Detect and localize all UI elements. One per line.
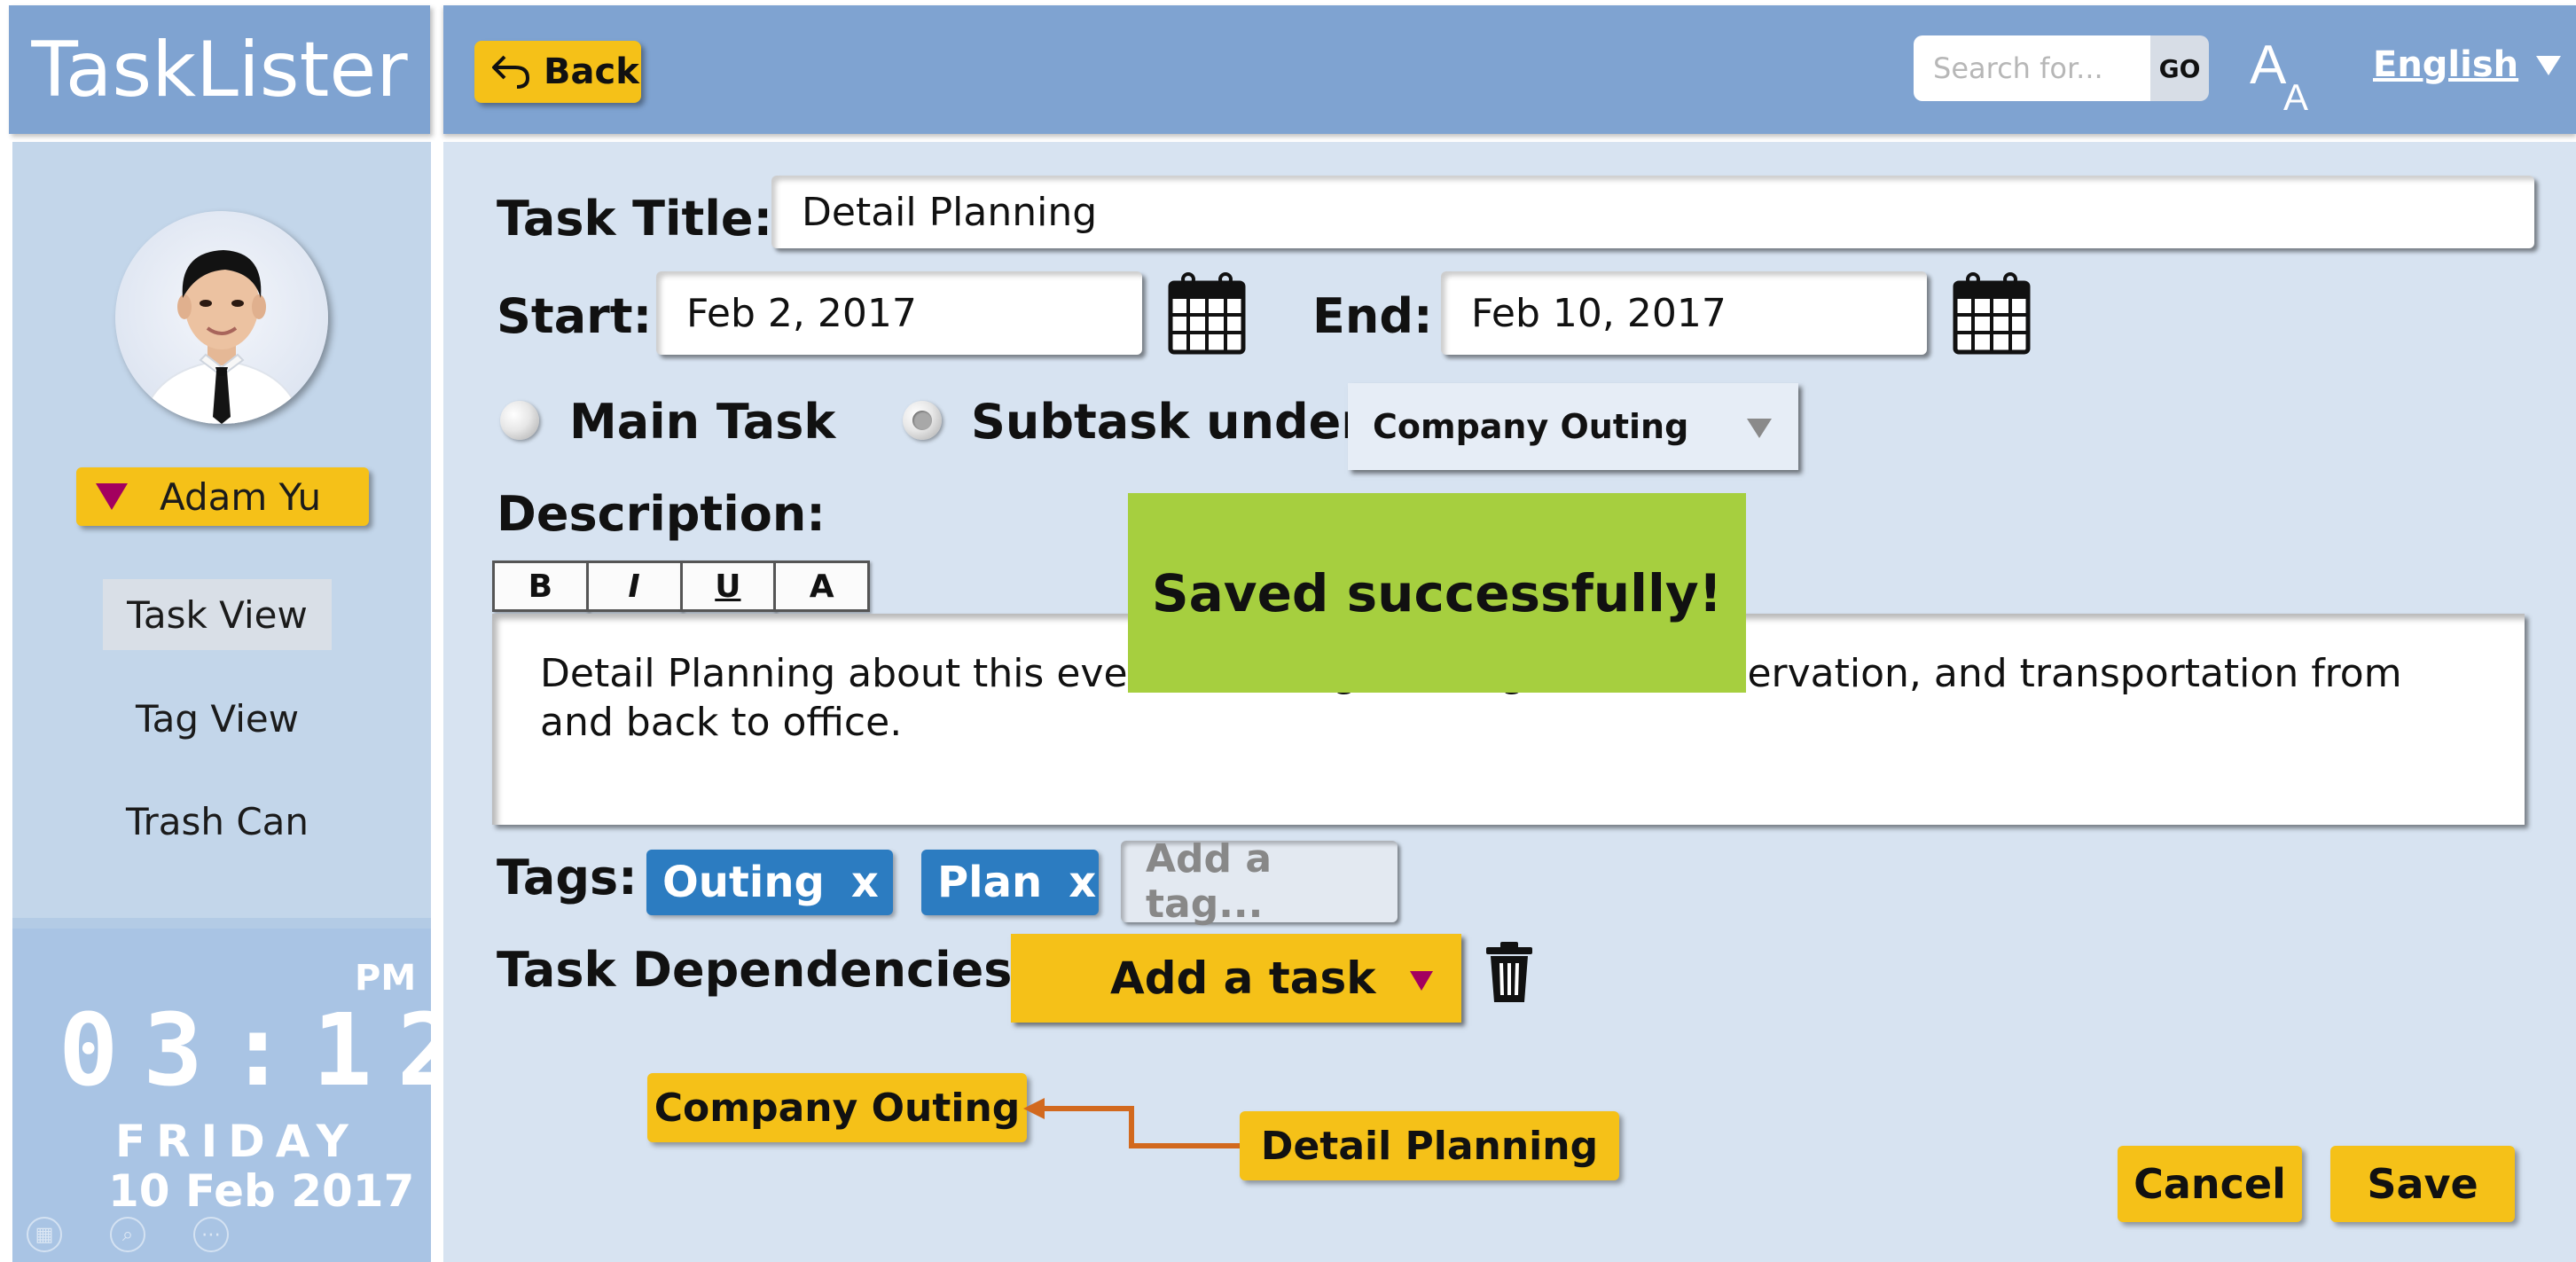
app-title: TaskLister xyxy=(31,25,408,114)
task-title-input[interactable]: Detail Planning xyxy=(771,176,2534,248)
clock-time: 03:12 xyxy=(59,993,482,1109)
search-go-button[interactable]: GO xyxy=(2150,35,2209,101)
nav-item-task-view[interactable]: Task View xyxy=(103,579,332,650)
nav-item-label: Tag View xyxy=(135,696,300,741)
svg-text:A: A xyxy=(2283,76,2308,115)
more-small-icon[interactable]: ⋯ xyxy=(193,1217,229,1252)
start-label: Start: xyxy=(497,288,653,344)
format-toolbar: B I U A xyxy=(492,560,870,612)
tag-chip[interactable]: Plan x xyxy=(921,850,1099,915)
subtask-radio[interactable] xyxy=(903,401,942,440)
start-date-input[interactable]: Feb 2, 2017 xyxy=(656,271,1142,355)
caret-down-icon xyxy=(1410,971,1433,991)
description-label: Description: xyxy=(497,486,826,542)
add-task-label: Add a task xyxy=(1110,952,1376,1004)
clock-day: FRIDAY xyxy=(115,1116,359,1167)
main-task-radio[interactable] xyxy=(500,401,539,440)
nav-item-label: Trash Can xyxy=(125,799,309,843)
end-date-value: Feb 10, 2017 xyxy=(1471,290,1726,336)
end-calendar-icon[interactable] xyxy=(1952,270,2032,359)
trash-icon[interactable] xyxy=(1484,940,1534,1007)
dependency-node-label: Detail Planning xyxy=(1260,1123,1599,1169)
task-title-label: Task Title: xyxy=(497,191,773,247)
svg-text:A: A xyxy=(2250,35,2287,96)
toast-message: Saved successfully! xyxy=(1151,562,1723,623)
app-logo: TaskLister xyxy=(9,5,430,134)
dependency-node-child[interactable]: Detail Planning xyxy=(1240,1111,1619,1180)
remove-tag-icon[interactable]: x xyxy=(1069,858,1096,907)
add-dependency-dropdown[interactable]: Add a task xyxy=(1011,934,1461,1023)
font-color-button[interactable]: A xyxy=(773,560,870,612)
caret-down-icon xyxy=(96,483,128,510)
parent-task-value: Company Outing xyxy=(1373,407,1689,446)
search-input[interactable] xyxy=(1914,35,2155,101)
user-portrait-icon xyxy=(140,250,303,424)
user-menu-button[interactable]: Adam Yu xyxy=(76,467,369,526)
language-label: English xyxy=(2373,44,2519,85)
caret-down-icon xyxy=(1747,419,1772,438)
remove-tag-icon[interactable]: x xyxy=(851,858,879,907)
clock-date: 10 Feb 2017 xyxy=(108,1165,415,1217)
subtask-label: Subtask under xyxy=(971,394,1365,450)
dependencies-label: Task Dependencies: xyxy=(497,942,1031,998)
dependency-node-parent[interactable]: Company Outing xyxy=(647,1073,1027,1142)
dependency-node-label: Company Outing xyxy=(654,1085,1021,1131)
task-title-value: Detail Planning xyxy=(802,189,1098,235)
end-label: End: xyxy=(1312,288,1433,344)
italic-button[interactable]: I xyxy=(585,560,683,612)
chevron-down-icon xyxy=(2536,56,2562,75)
tag-label: Plan xyxy=(937,858,1043,907)
save-success-toast: Saved successfully! xyxy=(1128,493,1746,693)
cancel-button[interactable]: Cancel xyxy=(2118,1146,2302,1222)
search-small-icon[interactable]: ⌕ xyxy=(110,1217,145,1252)
end-date-input[interactable]: Feb 10, 2017 xyxy=(1441,271,1927,355)
nav-item-tag-view[interactable]: Tag View xyxy=(103,683,332,754)
back-label: Back xyxy=(544,51,639,92)
nav-item-label: Task View xyxy=(127,592,308,637)
bold-button[interactable]: B xyxy=(492,560,589,612)
underline-button[interactable]: U xyxy=(679,560,777,612)
user-name: Adam Yu xyxy=(160,474,322,519)
save-button[interactable]: Save xyxy=(2330,1146,2515,1222)
avatar[interactable] xyxy=(115,211,328,424)
nav-item-trash-can[interactable]: Trash Can xyxy=(103,786,332,857)
back-arrow-icon xyxy=(492,55,530,89)
start-date-value: Feb 2, 2017 xyxy=(686,290,917,336)
tags-label: Tags: xyxy=(497,850,638,905)
save-label: Save xyxy=(2367,1160,2478,1208)
cancel-label: Cancel xyxy=(2134,1160,2286,1208)
language-selector[interactable]: English xyxy=(2373,44,2562,85)
back-button[interactable]: Back xyxy=(474,41,641,103)
go-label: GO xyxy=(2158,53,2201,83)
tag-placeholder: Add a tag... xyxy=(1146,836,1272,927)
tag-label: Outing xyxy=(662,858,825,907)
dependency-arrow-icon xyxy=(1020,1091,1250,1165)
font-size-icon[interactable]: A A xyxy=(2246,27,2317,118)
calendar-small-icon[interactable]: ▦ xyxy=(27,1217,62,1252)
main-task-label: Main Task xyxy=(569,394,836,450)
start-calendar-icon[interactable] xyxy=(1167,270,1247,359)
add-tag-input[interactable]: Add a tag... xyxy=(1121,836,1398,927)
parent-task-select[interactable]: Company Outing xyxy=(1348,383,1798,470)
tag-chip[interactable]: Outing x xyxy=(646,850,893,915)
